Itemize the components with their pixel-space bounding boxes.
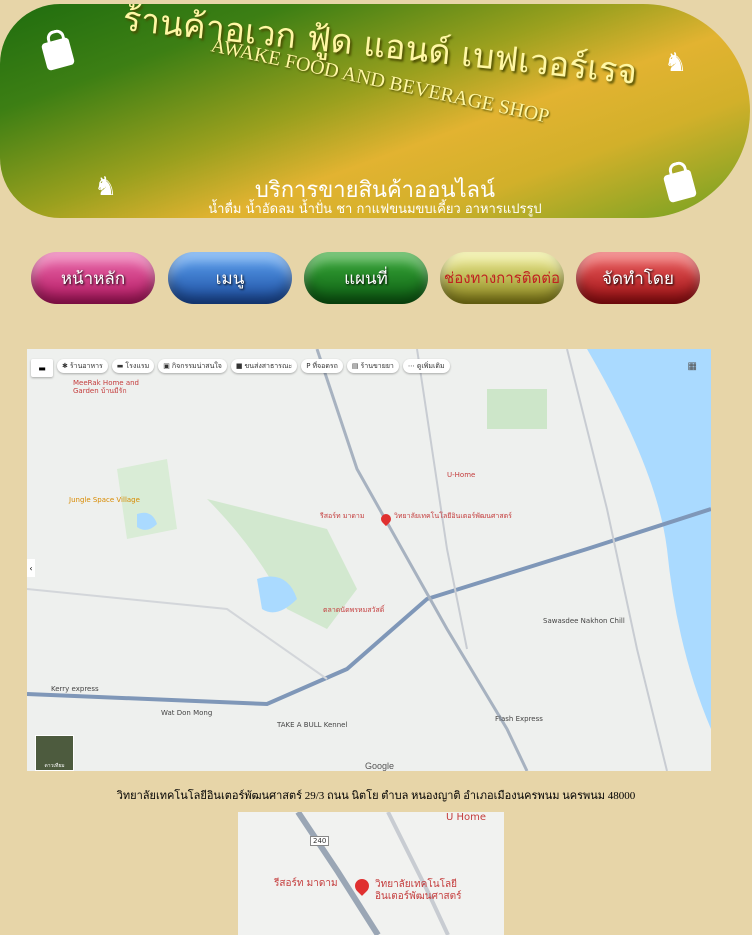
- map-place-label[interactable]: Jungle Space Village: [69, 496, 140, 504]
- shopping-bag-icon: [662, 168, 698, 204]
- map2-main-label: วิทยาลัยเทคโนโลยี อินเตอร์พัฒนศาสตร์: [375, 879, 462, 902]
- people-icon: ♞: [94, 172, 118, 202]
- map2-place-label: U Home: [446, 812, 487, 823]
- map-place-label[interactable]: รีสอร์ท มาดาม: [320, 511, 364, 522]
- transit-icon: ■: [235, 362, 243, 370]
- map2-canvas: [238, 812, 504, 935]
- map-place-label[interactable]: Sawasdee Nakhon Chill: [543, 617, 625, 625]
- map-place-label[interactable]: U-Home: [447, 471, 475, 479]
- google-logo: Google: [365, 761, 395, 771]
- filter-chip-restaurant[interactable]: ✱ ร้านอาหาร: [57, 359, 108, 373]
- people-icon: ♞: [664, 48, 688, 78]
- parking-icon: P: [306, 362, 311, 370]
- map-place-label[interactable]: Wat Don Mong: [161, 709, 212, 717]
- layers-button[interactable]: ▬: [31, 359, 53, 377]
- nav-home-button[interactable]: หน้าหลัก: [31, 252, 155, 304]
- filter-chip-hotel[interactable]: ▬ โรงแรม: [111, 359, 155, 373]
- pharmacy-icon: ▤: [351, 362, 359, 370]
- map-place-label[interactable]: TAKE A BULL Kennel: [277, 721, 347, 729]
- filter-chip-parking[interactable]: P ที่จอดรถ: [301, 359, 343, 373]
- filter-chip-attractions[interactable]: ▣ กิจกรรมน่าสนใจ: [158, 359, 227, 373]
- shopping-bag-icon: [40, 36, 76, 72]
- header-banner: ♞ ♞ ร้านค้าอเวก ฟู้ด แอนด์ เบฟเวอร์เรจ A…: [0, 4, 750, 218]
- filter-chip-transit[interactable]: ■ ขนส่งสาธารณะ: [230, 359, 298, 373]
- main-nav: หน้าหลัก เมนู แผนที่ ช่องทางการติดต่อ จั…: [0, 252, 752, 304]
- apps-grid-icon[interactable]: ▦: [688, 361, 697, 372]
- address-text: วิทยาลัยเทคโนโลยีอินเตอร์พัฒนศาสตร์ 29/3…: [116, 790, 636, 802]
- filter-chip-more[interactable]: ⋯ ดูเพิ่มเติม: [402, 359, 450, 373]
- collapse-panel-button[interactable]: ‹: [27, 559, 35, 577]
- nav-made-by-button[interactable]: จัดทำโดย: [576, 252, 700, 304]
- map-canvas: [27, 349, 711, 771]
- map-main-label[interactable]: วิทยาลัยเทคโนโลยีอินเตอร์พัฒนศาสตร์: [394, 512, 512, 520]
- restaurant-icon: ✱: [62, 362, 68, 370]
- road-number-badge: 240: [310, 836, 330, 846]
- map-place-label[interactable]: Kerry express: [51, 685, 99, 693]
- map-place-label[interactable]: Flash Express: [495, 715, 543, 723]
- map2-place-label: รีสอร์ท มาดาม: [274, 878, 338, 889]
- hotel-icon: ▬: [116, 362, 124, 370]
- product-list: น้ำดื่ม น้ำอัดลม น้ำปั่น ชา กาแฟขนมขบเคี…: [208, 202, 542, 217]
- satellite-toggle[interactable]: ดาวเทียม: [35, 735, 74, 771]
- map-place-label[interactable]: MeeRak Home and Garden บ้านมีรัก: [73, 379, 143, 395]
- map-zoomed-image: 240 U Home รีสอร์ท มาดาม วิทยาลัยเทคโนโล…: [238, 812, 504, 935]
- nav-map-button[interactable]: แผนที่: [304, 252, 428, 304]
- nav-menu-button[interactable]: เมนู: [168, 252, 292, 304]
- nav-contact-button[interactable]: ช่องทางการติดต่อ: [440, 252, 564, 304]
- map-place-label[interactable]: ตลาดนัดพรหมสวัสดิ์: [323, 605, 384, 616]
- camera-icon: ▣: [163, 362, 170, 370]
- embedded-map[interactable]: ▬ ✱ ร้านอาหาร ▬ โรงแรม ▣ กิจกรรมน่าสนใจ ■ ขน…: [27, 349, 711, 771]
- map-toolbar: ▬ ✱ ร้านอาหาร ▬ โรงแรม ▣ กิจกรรมน่าสนใจ ■ ขน…: [31, 359, 450, 377]
- filter-chip-pharmacy[interactable]: ▤ ร้านขายยา: [346, 359, 399, 373]
- more-icon: ⋯: [407, 362, 415, 370]
